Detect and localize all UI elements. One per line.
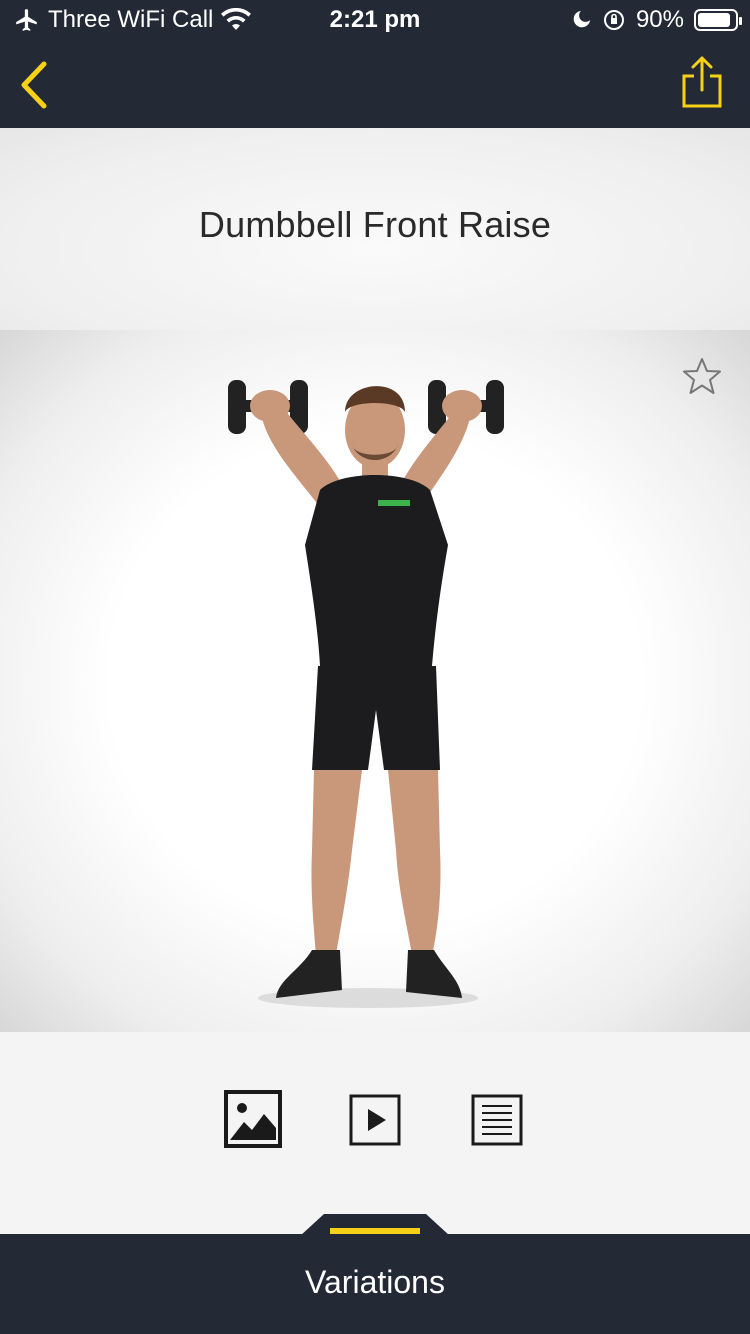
status-right: 90% [570,6,742,34]
exercise-photo [0,330,750,1032]
favorite-star-icon[interactable] [682,356,722,396]
view-mode-toolbar [0,1032,750,1234]
image-view-icon[interactable] [224,1090,282,1148]
header: Three WiFi Call 2:21 pm 90% [0,0,750,128]
moon-icon [573,10,591,28]
bottom-bar[interactable]: Variations [0,1234,750,1334]
text-instructions-icon[interactable] [471,1094,523,1146]
athlete-illustration [228,380,504,1008]
exercise-title: Dumbbell Front Raise [198,204,552,245]
nav-bar [0,40,750,128]
title-area: Dumbbell Front Raise [0,128,750,330]
back-chevron-icon[interactable] [14,60,54,110]
status-bar: Three WiFi Call 2:21 pm 90% [0,0,750,40]
variations-label: Variations [305,1264,445,1300]
play-video-icon[interactable] [349,1094,401,1146]
share-icon[interactable] [680,54,724,110]
battery-icon [694,9,742,31]
variations-tab-handle[interactable] [300,1214,450,1236]
orientation-lock-icon [603,10,624,30]
battery-percent: 90% [635,6,684,33]
